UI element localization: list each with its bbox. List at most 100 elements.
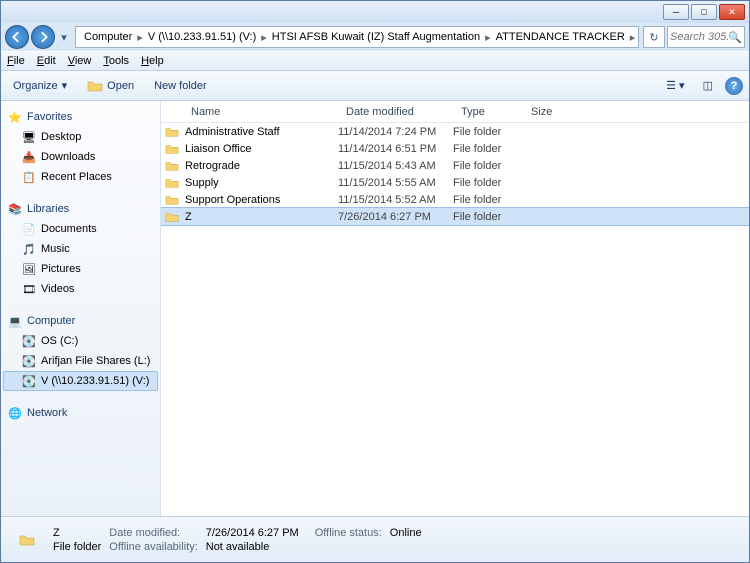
maximize-button[interactable]: □: [691, 4, 717, 20]
menu-view[interactable]: View: [68, 55, 92, 67]
file-row[interactable]: Administrative Staff11/14/2014 7:24 PMFi…: [161, 123, 749, 140]
file-name: Administrative Staff: [183, 126, 338, 138]
nav-computer-header[interactable]: 💻 Computer: [3, 311, 158, 331]
music-icon: 🎵: [21, 241, 37, 257]
back-button[interactable]: [5, 25, 29, 49]
pictures-icon: 🖼: [21, 261, 37, 277]
chevron-right-icon[interactable]: ▸: [260, 31, 268, 44]
menu-bar: File Edit View Tools Help: [1, 51, 749, 71]
nav-pane: ⭐ Favorites 🖥Desktop 📥Downloads 📋Recent P…: [1, 101, 161, 516]
crumb-computer[interactable]: Computer: [80, 31, 136, 43]
chevron-right-icon[interactable]: ▸: [136, 31, 144, 44]
file-type: File folder: [453, 160, 523, 172]
search-icon[interactable]: 🔍: [728, 31, 742, 44]
search-input[interactable]: [670, 31, 728, 43]
open-label: Open: [107, 80, 134, 92]
preview-pane-button[interactable]: ◫: [697, 77, 719, 94]
file-row[interactable]: Z7/26/2014 6:27 PMFile folder: [161, 208, 749, 225]
folder-icon: [161, 159, 183, 173]
details-status: Online: [390, 527, 422, 539]
refresh-button[interactable]: ↻: [643, 26, 665, 48]
file-name: Liaison Office: [183, 143, 338, 155]
open-button[interactable]: Open: [81, 76, 140, 96]
forward-button[interactable]: [31, 25, 55, 49]
file-row[interactable]: Retrograde11/15/2014 5:43 AMFile folder: [161, 157, 749, 174]
nav-arifjan[interactable]: 💽Arifjan File Shares (L:): [3, 351, 158, 371]
body: ⭐ Favorites 🖥Desktop 📥Downloads 📋Recent P…: [1, 101, 749, 516]
view-options-button[interactable]: ☰ ▾: [660, 77, 690, 94]
file-row[interactable]: Supply11/15/2014 5:55 AMFile folder: [161, 174, 749, 191]
nav-pictures[interactable]: 🖼Pictures: [3, 259, 158, 279]
nav-recent[interactable]: 📋Recent Places: [3, 167, 158, 187]
file-row[interactable]: Support Operations11/15/2014 5:52 AMFile…: [161, 191, 749, 208]
crumb-2[interactable]: HTSI AFSB Kuwait (IZ) Staff Augmentation: [268, 31, 484, 43]
col-type[interactable]: Type: [453, 106, 523, 118]
nav-computer-label: Computer: [27, 315, 75, 327]
crumb-1[interactable]: V (\\10.233.91.51) (V:): [144, 31, 260, 43]
folder-icon: [11, 524, 43, 556]
file-type: File folder: [453, 194, 523, 206]
network-icon: 🌐: [7, 405, 23, 421]
file-date: 11/15/2014 5:43 AM: [338, 160, 453, 172]
folder-icon: [161, 193, 183, 207]
details-status-label: Offline status:: [315, 527, 382, 539]
nav-documents[interactable]: 📄Documents: [3, 219, 158, 239]
details-avail-label: Offline availability:: [109, 541, 197, 553]
minimize-button[interactable]: ─: [663, 4, 689, 20]
menu-edit[interactable]: Edit: [37, 55, 56, 67]
file-date: 11/15/2014 5:55 AM: [338, 177, 453, 189]
nav-videos[interactable]: 🎞Videos: [3, 279, 158, 299]
column-headers: Name Date modified Type Size: [161, 101, 749, 123]
menu-tools[interactable]: Tools: [103, 55, 129, 67]
file-date: 11/15/2014 5:52 AM: [338, 194, 453, 206]
col-name[interactable]: Name: [183, 106, 338, 118]
help-button[interactable]: ?: [725, 77, 743, 95]
nav-favorites-label: Favorites: [27, 111, 72, 123]
nav-network-label: Network: [27, 407, 67, 419]
nav-os-c[interactable]: 💽OS (C:): [3, 331, 158, 351]
folder-open-icon: [87, 78, 103, 94]
crumb-3[interactable]: ATTENDANCE TRACKER: [492, 31, 629, 43]
chevron-right-icon[interactable]: ▸: [484, 31, 492, 44]
file-date: 11/14/2014 6:51 PM: [338, 143, 453, 155]
nav-downloads[interactable]: 📥Downloads: [3, 147, 158, 167]
crumb-4[interactable]: Attendance Rosters: [636, 31, 639, 43]
file-name: Supply: [183, 177, 338, 189]
nav-network-header[interactable]: 🌐 Network: [3, 403, 158, 423]
file-name: Z: [183, 211, 338, 223]
download-icon: 📥: [21, 149, 37, 165]
menu-help[interactable]: Help: [141, 55, 164, 67]
nav-desktop[interactable]: 🖥Desktop: [3, 127, 158, 147]
details-type: File folder: [53, 541, 101, 553]
drive-icon: 💽: [21, 333, 37, 349]
file-type: File folder: [453, 126, 523, 138]
nav-favorites-header[interactable]: ⭐ Favorites: [3, 107, 158, 127]
file-date: 11/14/2014 7:24 PM: [338, 126, 453, 138]
search-box[interactable]: 🔍: [667, 26, 745, 48]
organize-label: Organize: [13, 80, 58, 92]
star-icon: ⭐: [7, 109, 23, 125]
libraries-icon: 📚: [7, 201, 23, 217]
chevron-right-icon[interactable]: ▸: [629, 31, 637, 44]
details-name: Z: [53, 527, 101, 539]
file-date: 7/26/2014 6:27 PM: [338, 211, 453, 223]
close-button[interactable]: ✕: [719, 4, 745, 20]
organize-button[interactable]: Organize ▾: [7, 77, 73, 94]
nav-music[interactable]: 🎵Music: [3, 239, 158, 259]
folder-icon: [161, 176, 183, 190]
documents-icon: 📄: [21, 221, 37, 237]
details-date-label: Date modified:: [109, 527, 197, 539]
col-date[interactable]: Date modified: [338, 106, 453, 118]
nav-libraries-header[interactable]: 📚Libraries: [3, 199, 158, 219]
computer-icon: 💻: [7, 313, 23, 329]
col-size[interactable]: Size: [523, 106, 583, 118]
menu-file[interactable]: File: [7, 55, 25, 67]
details-date: 7/26/2014 6:27 PM: [206, 527, 299, 539]
history-dropdown[interactable]: ▾: [57, 27, 71, 47]
nav-v-drive[interactable]: 💽V (\\10.233.91.51) (V:): [3, 371, 158, 391]
newfolder-button[interactable]: New folder: [148, 78, 213, 94]
netdrive-icon: 💽: [21, 373, 37, 389]
file-name: Support Operations: [183, 194, 338, 206]
address-bar[interactable]: Computer ▸ V (\\10.233.91.51) (V:) ▸ HTS…: [75, 26, 639, 48]
file-row[interactable]: Liaison Office11/14/2014 6:51 PMFile fol…: [161, 140, 749, 157]
